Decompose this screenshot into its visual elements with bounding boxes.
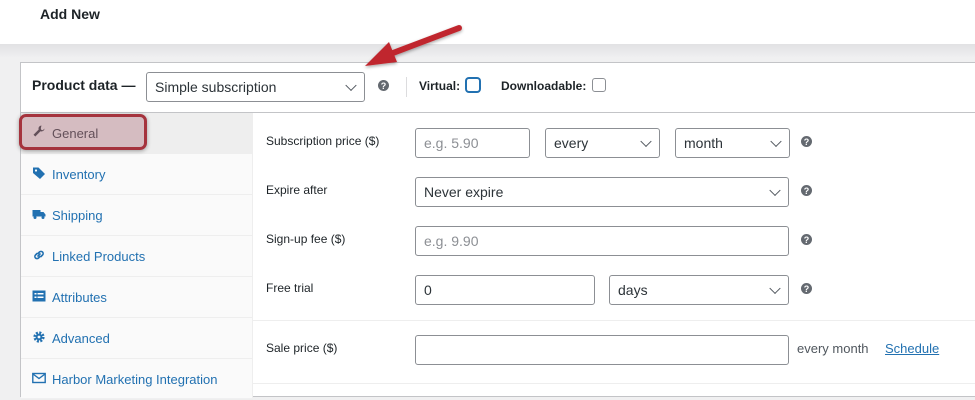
expire-after-value: Never expire [424, 184, 504, 200]
help-icon[interactable]: ? [378, 80, 389, 91]
chevron-down-icon [769, 282, 781, 295]
tab-advanced[interactable]: Advanced [21, 318, 253, 359]
truck-icon [32, 210, 46, 219]
page-title: Add New [40, 6, 100, 22]
signup-fee-label: Sign-up fee ($) [266, 232, 346, 246]
tag-icon [33, 167, 45, 179]
chevron-down-icon [770, 135, 782, 148]
chevron-down-icon [769, 184, 781, 197]
header-shadow [0, 44, 975, 58]
billing-period-value: month [684, 135, 723, 151]
tab-inventory[interactable]: Inventory [21, 154, 253, 195]
schedule-link[interactable]: Schedule [885, 341, 939, 356]
free-trial-input[interactable]: 0 [415, 275, 595, 305]
sale-price-label: Sale price ($) [266, 341, 338, 355]
section-divider [253, 320, 975, 321]
help-icon[interactable]: ? [801, 234, 812, 245]
product-data-header: Product data — Simple subscription ? Vir… [21, 63, 975, 113]
signup-fee-input[interactable]: e.g. 9.90 [415, 226, 789, 256]
chevron-down-icon [345, 79, 357, 92]
virtual-checkbox[interactable] [466, 78, 480, 92]
tab-linked-products[interactable]: Linked Products [21, 236, 253, 277]
billing-interval-select[interactable]: every [545, 128, 660, 158]
free-trial-unit-value: days [618, 282, 648, 298]
envelope-icon [32, 372, 46, 384]
divider [406, 77, 407, 97]
help-icon[interactable]: ? [801, 283, 812, 294]
free-trial-unit-select[interactable]: days [609, 275, 789, 305]
link-icon [34, 250, 44, 260]
product-data-label: Product data — [32, 77, 136, 93]
expire-after-label: Expire after [266, 183, 328, 197]
tab-harbor-marketing-label: Harbor Marketing Integration [52, 372, 218, 387]
sale-price-input[interactable] [415, 335, 789, 365]
general-tab-highlight [19, 114, 147, 150]
help-icon[interactable]: ? [801, 136, 812, 147]
section-divider [253, 383, 975, 384]
list-icon [32, 290, 46, 302]
sale-price-suffix: every month [797, 341, 869, 356]
tab-advanced-label: Advanced [52, 331, 110, 346]
virtual-label: Virtual: [419, 79, 461, 93]
tab-linked-products-label: Linked Products [52, 249, 146, 264]
free-trial-label: Free trial [266, 281, 314, 295]
product-data-panel: Product data — Simple subscription ? Vir… [20, 62, 975, 400]
help-icon[interactable]: ? [801, 185, 812, 196]
product-type-value: Simple subscription [155, 79, 277, 95]
subscription-price-label: Subscription price ($) [266, 134, 380, 148]
downloadable-label: Downloadable: [501, 79, 587, 93]
billing-period-select[interactable]: month [675, 128, 790, 158]
billing-interval-value: every [554, 135, 589, 151]
product-data-tabs: General Inventory Shipping Linked Produc… [21, 113, 253, 400]
annotation-arrow-icon [365, 25, 462, 66]
tab-inventory-label: Inventory [52, 167, 106, 182]
chevron-down-icon [640, 135, 652, 148]
page-header: Add New [0, 0, 975, 44]
tab-attributes[interactable]: Attributes [21, 277, 253, 318]
gear-icon [33, 331, 45, 343]
expire-after-select[interactable]: Never expire [415, 177, 789, 207]
subscription-price-input[interactable]: e.g. 5.90 [415, 128, 530, 158]
tab-harbor-marketing[interactable]: Harbor Marketing Integration [21, 359, 253, 400]
tab-shipping-label: Shipping [52, 208, 103, 223]
product-type-select[interactable]: Simple subscription [146, 72, 365, 102]
downloadable-checkbox[interactable] [592, 78, 606, 92]
tab-shipping[interactable]: Shipping [21, 195, 253, 236]
tab-attributes-label: Attributes [52, 290, 107, 305]
